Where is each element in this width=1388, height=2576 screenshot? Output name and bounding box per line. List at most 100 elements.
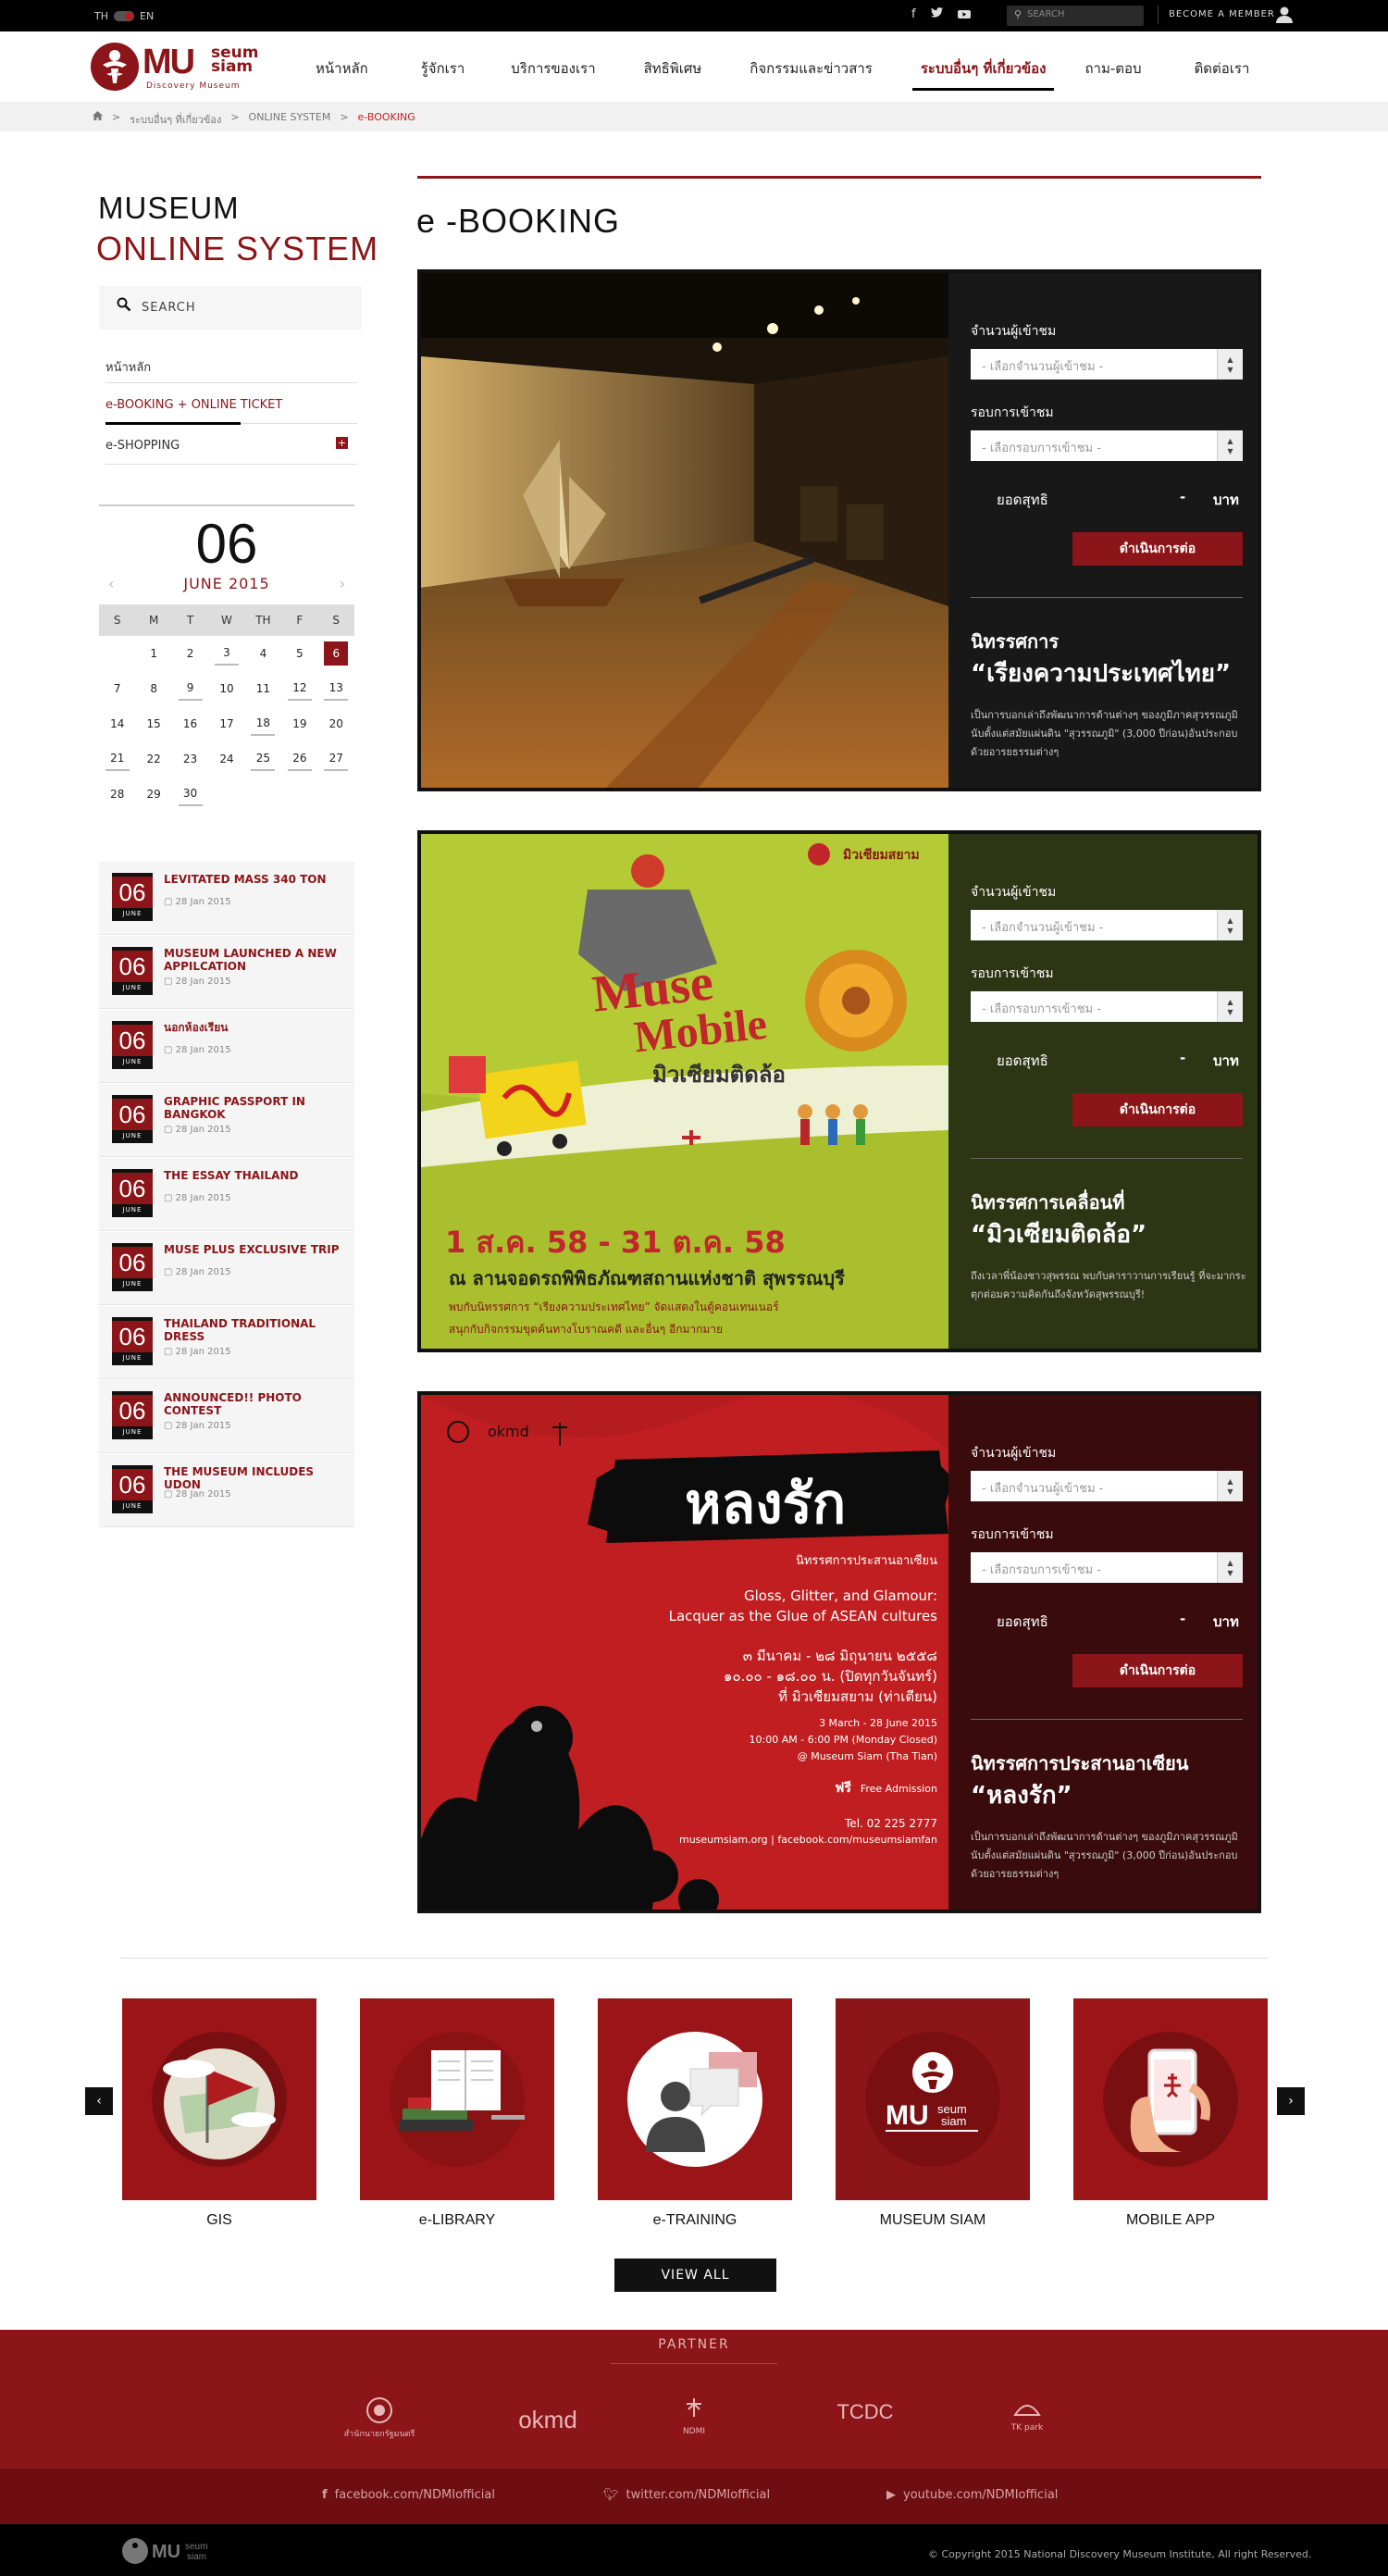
- partner-logo-tcdc[interactable]: TCDC: [824, 2400, 907, 2424]
- continue-button[interactable]: ดำเนินการต่อ: [1072, 532, 1243, 566]
- service-tile-mobile-app[interactable]: [1073, 1998, 1268, 2200]
- nav-related-systems[interactable]: ระบบอื่นๆ ที่เกี่ยวข้อง: [911, 57, 1055, 91]
- nav-services[interactable]: บริการของเรา: [510, 57, 596, 80]
- event-item[interactable]: 06 JUNE MUSE PLUS EXCLUSIVE TRIP ▢ 28 Jan 2…: [99, 1231, 354, 1305]
- round-select[interactable]: - เลือกรอบการเข้าชม - ▲ ▼: [971, 991, 1243, 1022]
- calendar-date[interactable]: 7: [105, 677, 130, 701]
- event-title[interactable]: MUSE PLUS EXCLUSIVE TRIP: [164, 1243, 349, 1256]
- event-title[interactable]: THE MUSEUM INCLUDES UDON: [164, 1465, 349, 1491]
- calendar-date[interactable]: 19: [288, 712, 312, 736]
- footer-youtube-link[interactable]: ▶ youtube.com/NDMIofficial: [886, 2488, 1058, 2502]
- calendar-date[interactable]: 12: [287, 677, 312, 701]
- event-item[interactable]: 06 JUNE นอกห้องเรียน ▢ 28 Jan 2015: [99, 1009, 354, 1083]
- calendar-date[interactable]: 21: [105, 747, 130, 771]
- service-tile-museum-siam[interactable]: MU seum siam: [836, 1998, 1030, 2200]
- carousel-prev-button[interactable]: ‹: [85, 2087, 113, 2115]
- carousel-next-button[interactable]: ›: [1277, 2087, 1305, 2115]
- breadcrumb-online-system[interactable]: ONLINE SYSTEM: [249, 111, 331, 128]
- sidebar-item-ebooking[interactable]: e-BOOKING + ONLINE TICKET: [105, 383, 357, 425]
- partner-logo-opm[interactable]: สำนักนายกรัฐมนตรี: [338, 2396, 421, 2440]
- event-title[interactable]: THAILAND TRADITIONAL DRESS: [164, 1317, 349, 1343]
- calendar-date[interactable]: 18: [251, 712, 276, 736]
- home-icon[interactable]: [93, 111, 103, 128]
- youtube-icon[interactable]: [957, 7, 971, 22]
- calendar-date[interactable]: 15: [142, 712, 166, 736]
- service-tile-elibrary[interactable]: [360, 1998, 554, 2200]
- service-tile-etraining[interactable]: [598, 1998, 792, 2200]
- event-item[interactable]: 06 JUNE MUSEUM LAUNCHED A NEW APPILCATION ▢…: [99, 935, 354, 1009]
- museum-siam-logo[interactable]: MU seum siam Discovery Museum: [91, 43, 276, 94]
- calendar-date[interactable]: 11: [251, 677, 275, 701]
- calendar-date[interactable]: 9: [178, 677, 203, 701]
- calendar-date[interactable]: 25: [251, 747, 276, 771]
- nav-privileges[interactable]: สิทธิพิเศษ: [643, 57, 703, 80]
- calendar-date[interactable]: 10: [215, 677, 239, 701]
- calendar-date[interactable]: 13: [324, 677, 349, 701]
- calendar-date[interactable]: 3: [215, 641, 239, 666]
- event-title[interactable]: LEVITATED MASS 340 TON: [164, 873, 349, 886]
- event-item[interactable]: 06 JUNE GRAPHIC PASSPORT IN BANGKOK ▢ 28 Ja…: [99, 1083, 354, 1157]
- continue-button[interactable]: ดำเนินการต่อ: [1072, 1093, 1243, 1126]
- sidebar-item-eshopping[interactable]: e-SHOPPING +: [105, 424, 357, 465]
- visitors-select[interactable]: - เลือกจำนวนผู้เข้าชม - ▲ ▼: [971, 910, 1243, 940]
- partner-logo-okmd[interactable]: okmd: [511, 2406, 585, 2434]
- visitors-select[interactable]: - เลือกจำนวนผู้เข้าชม - ▲ ▼: [971, 1471, 1243, 1501]
- sidebar-search-input[interactable]: SEARCH: [99, 286, 362, 330]
- nav-home[interactable]: หน้าหลัก: [315, 57, 369, 80]
- round-select[interactable]: - เลือกรอบการเข้าชม - ▲ ▼: [971, 1552, 1243, 1583]
- calendar-date[interactable]: 30: [178, 782, 203, 806]
- footer-museum-siam-logo[interactable]: MU seum siam: [120, 2535, 241, 2570]
- partner-logo-ndmi[interactable]: NDMI: [675, 2396, 713, 2436]
- become-member-link[interactable]: BECOME A MEMBER: [1158, 6, 1275, 24]
- facebook-icon[interactable]: f: [911, 7, 916, 22]
- event-title[interactable]: ANNOUNCED!! PHOTO CONTEST: [164, 1391, 349, 1417]
- calendar-date[interactable]: 29: [142, 782, 166, 806]
- expand-plus-icon[interactable]: +: [336, 437, 348, 449]
- calendar-date[interactable]: 24: [215, 747, 239, 771]
- event-title[interactable]: MUSEUM LAUNCHED A NEW APPILCATION: [164, 947, 349, 973]
- calendar-date[interactable]: 28: [105, 782, 130, 806]
- event-title[interactable]: GRAPHIC PASSPORT IN BANGKOK: [164, 1095, 349, 1121]
- event-item[interactable]: 06 JUNE ANNOUNCED!! PHOTO CONTEST ▢ 28 Jan …: [99, 1379, 354, 1453]
- next-month-chevron-icon[interactable]: ›: [340, 575, 345, 592]
- visitors-select[interactable]: - เลือกจำนวนผู้เข้าชม - ▲ ▼: [971, 349, 1243, 380]
- calendar-date[interactable]: 4: [251, 641, 275, 666]
- sidebar-item-home[interactable]: หน้าหลัก: [105, 342, 357, 383]
- calendar-date[interactable]: 16: [179, 712, 203, 736]
- event-title[interactable]: นอกห้องเรียน: [164, 1021, 349, 1034]
- service-tile-gis[interactable]: [122, 1998, 316, 2200]
- event-item[interactable]: 06 JUNE THE MUSEUM INCLUDES UDON ▢ 28 Jan 2…: [99, 1453, 354, 1527]
- footer-facebook-link[interactable]: f facebook.com/NDMIofficial: [322, 2488, 495, 2502]
- calendar-date[interactable]: 5: [288, 641, 312, 666]
- nav-contact[interactable]: ติดต่อเรา: [1194, 57, 1251, 80]
- language-switch[interactable]: TH EN: [94, 10, 154, 22]
- calendar-date[interactable]: 6: [324, 641, 349, 666]
- calendar-date[interactable]: 8: [142, 677, 166, 701]
- calendar-date[interactable]: 23: [179, 747, 203, 771]
- event-item[interactable]: 06 JUNE LEVITATED MASS 340 TON ▢ 28 Jan 201…: [99, 861, 354, 935]
- calendar-date[interactable]: 26: [287, 747, 312, 771]
- breadcrumb-related-systems[interactable]: ระบบอื่นๆ ที่เกี่ยวข้อง: [130, 111, 221, 128]
- calendar-date[interactable]: 2: [179, 641, 203, 666]
- nav-faq[interactable]: ถาม-ตอบ: [1084, 57, 1142, 80]
- calendar-date[interactable]: 1: [142, 641, 166, 666]
- lang-th[interactable]: TH: [94, 10, 108, 22]
- calendar-date[interactable]: 17: [215, 712, 239, 736]
- top-search-input[interactable]: ⚲ SEARCH: [1007, 6, 1144, 26]
- user-icon[interactable]: [1275, 6, 1294, 24]
- round-select[interactable]: - เลือกรอบการเข้าชม - ▲ ▼: [971, 430, 1243, 461]
- footer-twitter-link[interactable]: 🐦︎ twitter.com/NDMIofficial: [603, 2488, 770, 2502]
- nav-about[interactable]: รู้จักเรา: [420, 57, 466, 80]
- calendar-date[interactable]: 27: [324, 747, 349, 771]
- calendar-date[interactable]: 14: [105, 712, 130, 736]
- twitter-icon[interactable]: [930, 7, 943, 22]
- language-toggle[interactable]: [114, 11, 134, 21]
- event-title[interactable]: THE ESSAY THAILAND: [164, 1169, 349, 1182]
- continue-button[interactable]: ดำเนินการต่อ: [1072, 1654, 1243, 1687]
- nav-activities-news[interactable]: กิจกรรมและข่าวสาร: [749, 57, 874, 80]
- view-all-button[interactable]: VIEW ALL: [614, 2259, 776, 2292]
- calendar-date[interactable]: 20: [324, 712, 348, 736]
- lang-en[interactable]: EN: [140, 10, 154, 22]
- calendar-date[interactable]: 22: [142, 747, 166, 771]
- event-item[interactable]: 06 JUNE THE ESSAY THAILAND ▢ 28 Jan 2015: [99, 1157, 354, 1231]
